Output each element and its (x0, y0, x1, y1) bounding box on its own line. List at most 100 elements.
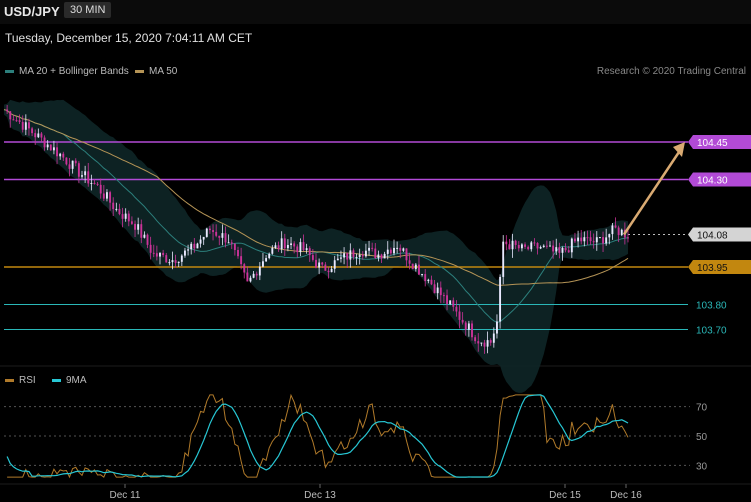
candle-body (165, 255, 168, 263)
legend-9ma-label: 9MA (66, 375, 87, 386)
credit-label: Research © 2020 Trading Central (596, 66, 746, 77)
candle-body (112, 202, 115, 210)
candle-body (115, 208, 118, 210)
candle-body (439, 287, 442, 296)
candle-body (480, 342, 483, 344)
candle-body (18, 120, 21, 122)
candle-body (37, 133, 40, 138)
candle-body (102, 193, 105, 199)
candle-body (146, 234, 149, 245)
candle-body (524, 244, 526, 247)
candle-body (96, 183, 99, 185)
candle-body (187, 249, 190, 251)
candle-body (243, 264, 246, 273)
candle-body (24, 122, 27, 130)
candle-body (455, 306, 458, 312)
candle-body (623, 229, 626, 238)
candle-body (52, 147, 55, 151)
candle-body (49, 144, 52, 151)
price-tag (688, 260, 751, 274)
candle-body (155, 253, 158, 257)
legend-ma50: MA 50 (135, 66, 177, 77)
candle-body (561, 247, 564, 253)
candle-body (159, 252, 161, 257)
ma20-swatch (5, 70, 14, 73)
candle-body (90, 183, 93, 185)
timeframe-badge[interactable]: 30 MIN (64, 2, 112, 18)
candle-body (405, 248, 408, 261)
candle-body (227, 242, 230, 244)
candle-body (134, 223, 136, 230)
candle-body (184, 250, 186, 256)
candle-body (296, 246, 299, 253)
candle-body (349, 250, 352, 260)
candle-body (330, 268, 333, 273)
candle-body (28, 122, 30, 129)
candle-body (311, 255, 314, 260)
candle-body (377, 254, 380, 259)
rsi-tick-label: 70 (696, 403, 708, 414)
candle-body (592, 241, 595, 243)
candle-body (617, 227, 620, 236)
rsi-tick-label: 30 (696, 461, 708, 472)
candle-body (389, 249, 392, 254)
candle-body (555, 247, 558, 252)
candle-body (212, 230, 214, 232)
x-tick-label: Dec 15 (549, 490, 581, 501)
candle-body (467, 323, 470, 330)
candle-body (140, 224, 143, 238)
candle-body (471, 323, 473, 338)
candle-body (542, 245, 545, 248)
candle-body (611, 225, 614, 235)
candle-body (268, 253, 271, 259)
candle-body (577, 237, 580, 242)
candle-body (137, 224, 140, 230)
price-tag (688, 227, 751, 242)
price-tag-label: 104.30 (697, 176, 728, 187)
candle-body (558, 247, 561, 253)
candle-body (277, 245, 280, 250)
candle-body (574, 238, 576, 242)
candle-body (361, 254, 364, 257)
candle-body (109, 192, 112, 203)
candle-body (418, 264, 420, 275)
candle-body (414, 264, 417, 270)
candle-body (458, 311, 461, 320)
candle-body (68, 164, 71, 169)
candle-body (399, 247, 402, 251)
candle-body (218, 235, 221, 238)
candle-body (595, 237, 598, 243)
candle-body (583, 237, 586, 242)
candle-body (530, 242, 533, 250)
candle-body (527, 246, 530, 250)
candle-body (221, 233, 224, 238)
candle-body (402, 248, 405, 251)
candle-body (486, 340, 489, 347)
candle-body (371, 247, 374, 249)
candle-body (56, 147, 58, 157)
candle-body (333, 260, 336, 269)
candle-body (208, 228, 211, 231)
candle-body (62, 153, 65, 158)
candle-body (174, 260, 177, 263)
candle-body (430, 279, 433, 285)
candle-body (81, 175, 83, 177)
ma50-swatch (135, 70, 144, 73)
candle-body (299, 242, 302, 253)
candle-body (283, 238, 286, 249)
price-tag-label: 103.95 (697, 263, 728, 274)
candle-body (340, 257, 342, 259)
price-tag (688, 135, 751, 149)
candle-body (442, 295, 445, 297)
candle-body (552, 245, 555, 252)
candle-body (318, 262, 321, 268)
candle-body (121, 214, 124, 219)
rsi-tick-label: 50 (696, 432, 708, 443)
candle-body (358, 254, 361, 257)
candle-body (34, 133, 37, 138)
candle-body (190, 243, 193, 250)
candle-body (517, 244, 520, 249)
candle-body (514, 240, 517, 245)
candle-body (46, 144, 49, 148)
candle-body (549, 245, 551, 247)
